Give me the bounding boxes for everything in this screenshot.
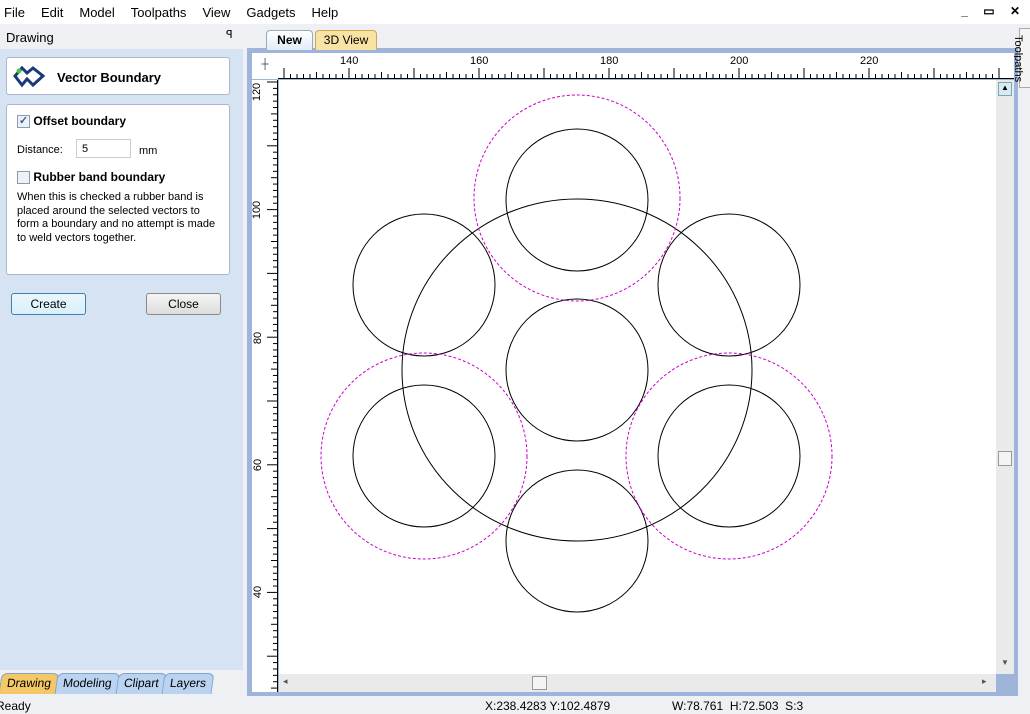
circle-vector bbox=[352, 384, 496, 528]
scroll-up-icon[interactable]: ▲ bbox=[998, 82, 1012, 96]
distance-input[interactable] bbox=[76, 139, 131, 158]
circle-vector bbox=[505, 298, 649, 442]
menu-file[interactable]: File bbox=[0, 5, 30, 20]
ruler-label: 80 bbox=[252, 331, 265, 345]
status-bar: Ready X:238.4283 Y:102.4879 W:78.761 H:7… bbox=[0, 698, 1030, 714]
help-text: When this is checked a rubber band is pl… bbox=[17, 191, 216, 244]
ruler-label: 60 bbox=[252, 458, 265, 472]
large-circle-vector bbox=[401, 198, 753, 542]
selection-size: W:78.761 H:72.503 S:3 bbox=[672, 699, 804, 713]
toolpaths-tab-label: Toolpaths bbox=[1012, 35, 1024, 83]
ruler-origin-icon[interactable]: ┼ bbox=[252, 53, 278, 79]
drawing-canvas[interactable] bbox=[279, 80, 996, 674]
tool-header: Vector Boundary bbox=[6, 57, 230, 95]
vertical-scroll-thumb[interactable] bbox=[998, 451, 1012, 466]
tab-3d-view[interactable]: 3D View bbox=[315, 30, 377, 50]
menu-toolpaths[interactable]: Toolpaths bbox=[126, 5, 192, 20]
ruler-label: 220 bbox=[860, 55, 879, 67]
options-box: ✓ Offset boundary Distance: mm Rubber ba… bbox=[6, 104, 230, 275]
offset-boundary-vector bbox=[320, 352, 528, 560]
offset-boundary-vector bbox=[625, 352, 833, 560]
circle-vector bbox=[505, 128, 649, 272]
vertical-scrollbar[interactable]: ▲ ▼ bbox=[996, 80, 1014, 674]
panel-tabs: Drawing Modeling Clipart Layers bbox=[0, 670, 243, 694]
ruler-label: 200 bbox=[730, 55, 749, 67]
scroll-right-icon[interactable]: ▸ bbox=[982, 676, 987, 687]
offset-boundary-vector bbox=[473, 94, 681, 302]
pin-icon[interactable]: ꟼ bbox=[226, 28, 233, 41]
cursor-coordinates: X:238.4283 Y:102.4879 bbox=[485, 699, 611, 713]
circle-vector bbox=[657, 384, 801, 528]
horizontal-scrollbar[interactable]: ◂ ▸ bbox=[279, 674, 996, 692]
scroll-down-icon[interactable]: ▼ bbox=[998, 658, 1012, 672]
toolpaths-side-tab[interactable]: Toolpaths bbox=[1012, 28, 1030, 88]
ruler-label: 140 bbox=[340, 55, 359, 67]
menu-edit[interactable]: Edit bbox=[36, 5, 68, 20]
menu-help[interactable]: Help bbox=[307, 5, 344, 20]
menu-view[interactable]: View bbox=[197, 5, 235, 20]
ruler-label: 40 bbox=[252, 585, 265, 599]
horizontal-scroll-thumb[interactable] bbox=[532, 676, 547, 690]
vector-drawing bbox=[320, 94, 833, 613]
distance-unit: mm bbox=[139, 145, 158, 157]
panel-title: Drawing bbox=[0, 25, 243, 49]
scroll-left-icon[interactable]: ◂ bbox=[283, 676, 288, 687]
tool-name: Vector Boundary bbox=[57, 70, 162, 85]
vertical-ruler: 120 100 80 60 40 bbox=[251, 80, 278, 692]
ruler-label: 120 bbox=[251, 82, 264, 102]
offset-boundary-checkbox[interactable]: ✓ bbox=[17, 115, 30, 129]
menu-gadgets[interactable]: Gadgets bbox=[241, 5, 300, 20]
ruler-label: 180 bbox=[600, 55, 619, 67]
ruler-label: 100 bbox=[251, 200, 264, 220]
horizontal-ruler: 140 160 180 200 220 bbox=[278, 53, 1014, 79]
ruler-label: 160 bbox=[470, 55, 489, 67]
rubber-band-label: Rubber band boundary bbox=[33, 170, 166, 184]
status-text: Ready bbox=[0, 699, 31, 713]
menu-model[interactable]: Model bbox=[74, 5, 119, 20]
tab-clipart[interactable]: Clipart bbox=[115, 673, 167, 694]
menu-bar: File Edit Model Toolpaths View Gadgets H… bbox=[0, 0, 1030, 24]
tab-drawing[interactable]: Drawing bbox=[0, 673, 60, 694]
window-controls[interactable]: _ ▭ ✕ bbox=[961, 4, 1026, 18]
circle-vector bbox=[352, 213, 496, 357]
tab-new[interactable]: New bbox=[266, 30, 313, 50]
vector-boundary-icon bbox=[13, 65, 46, 88]
tab-modeling[interactable]: Modeling bbox=[54, 673, 121, 694]
close-button[interactable]: Close bbox=[146, 293, 221, 315]
offset-boundary-label: Offset boundary bbox=[33, 114, 127, 128]
distance-label: Distance: bbox=[17, 144, 63, 156]
tab-layers[interactable]: Layers bbox=[161, 673, 215, 694]
rubber-band-checkbox[interactable] bbox=[17, 171, 30, 185]
create-button[interactable]: Create bbox=[11, 293, 86, 315]
